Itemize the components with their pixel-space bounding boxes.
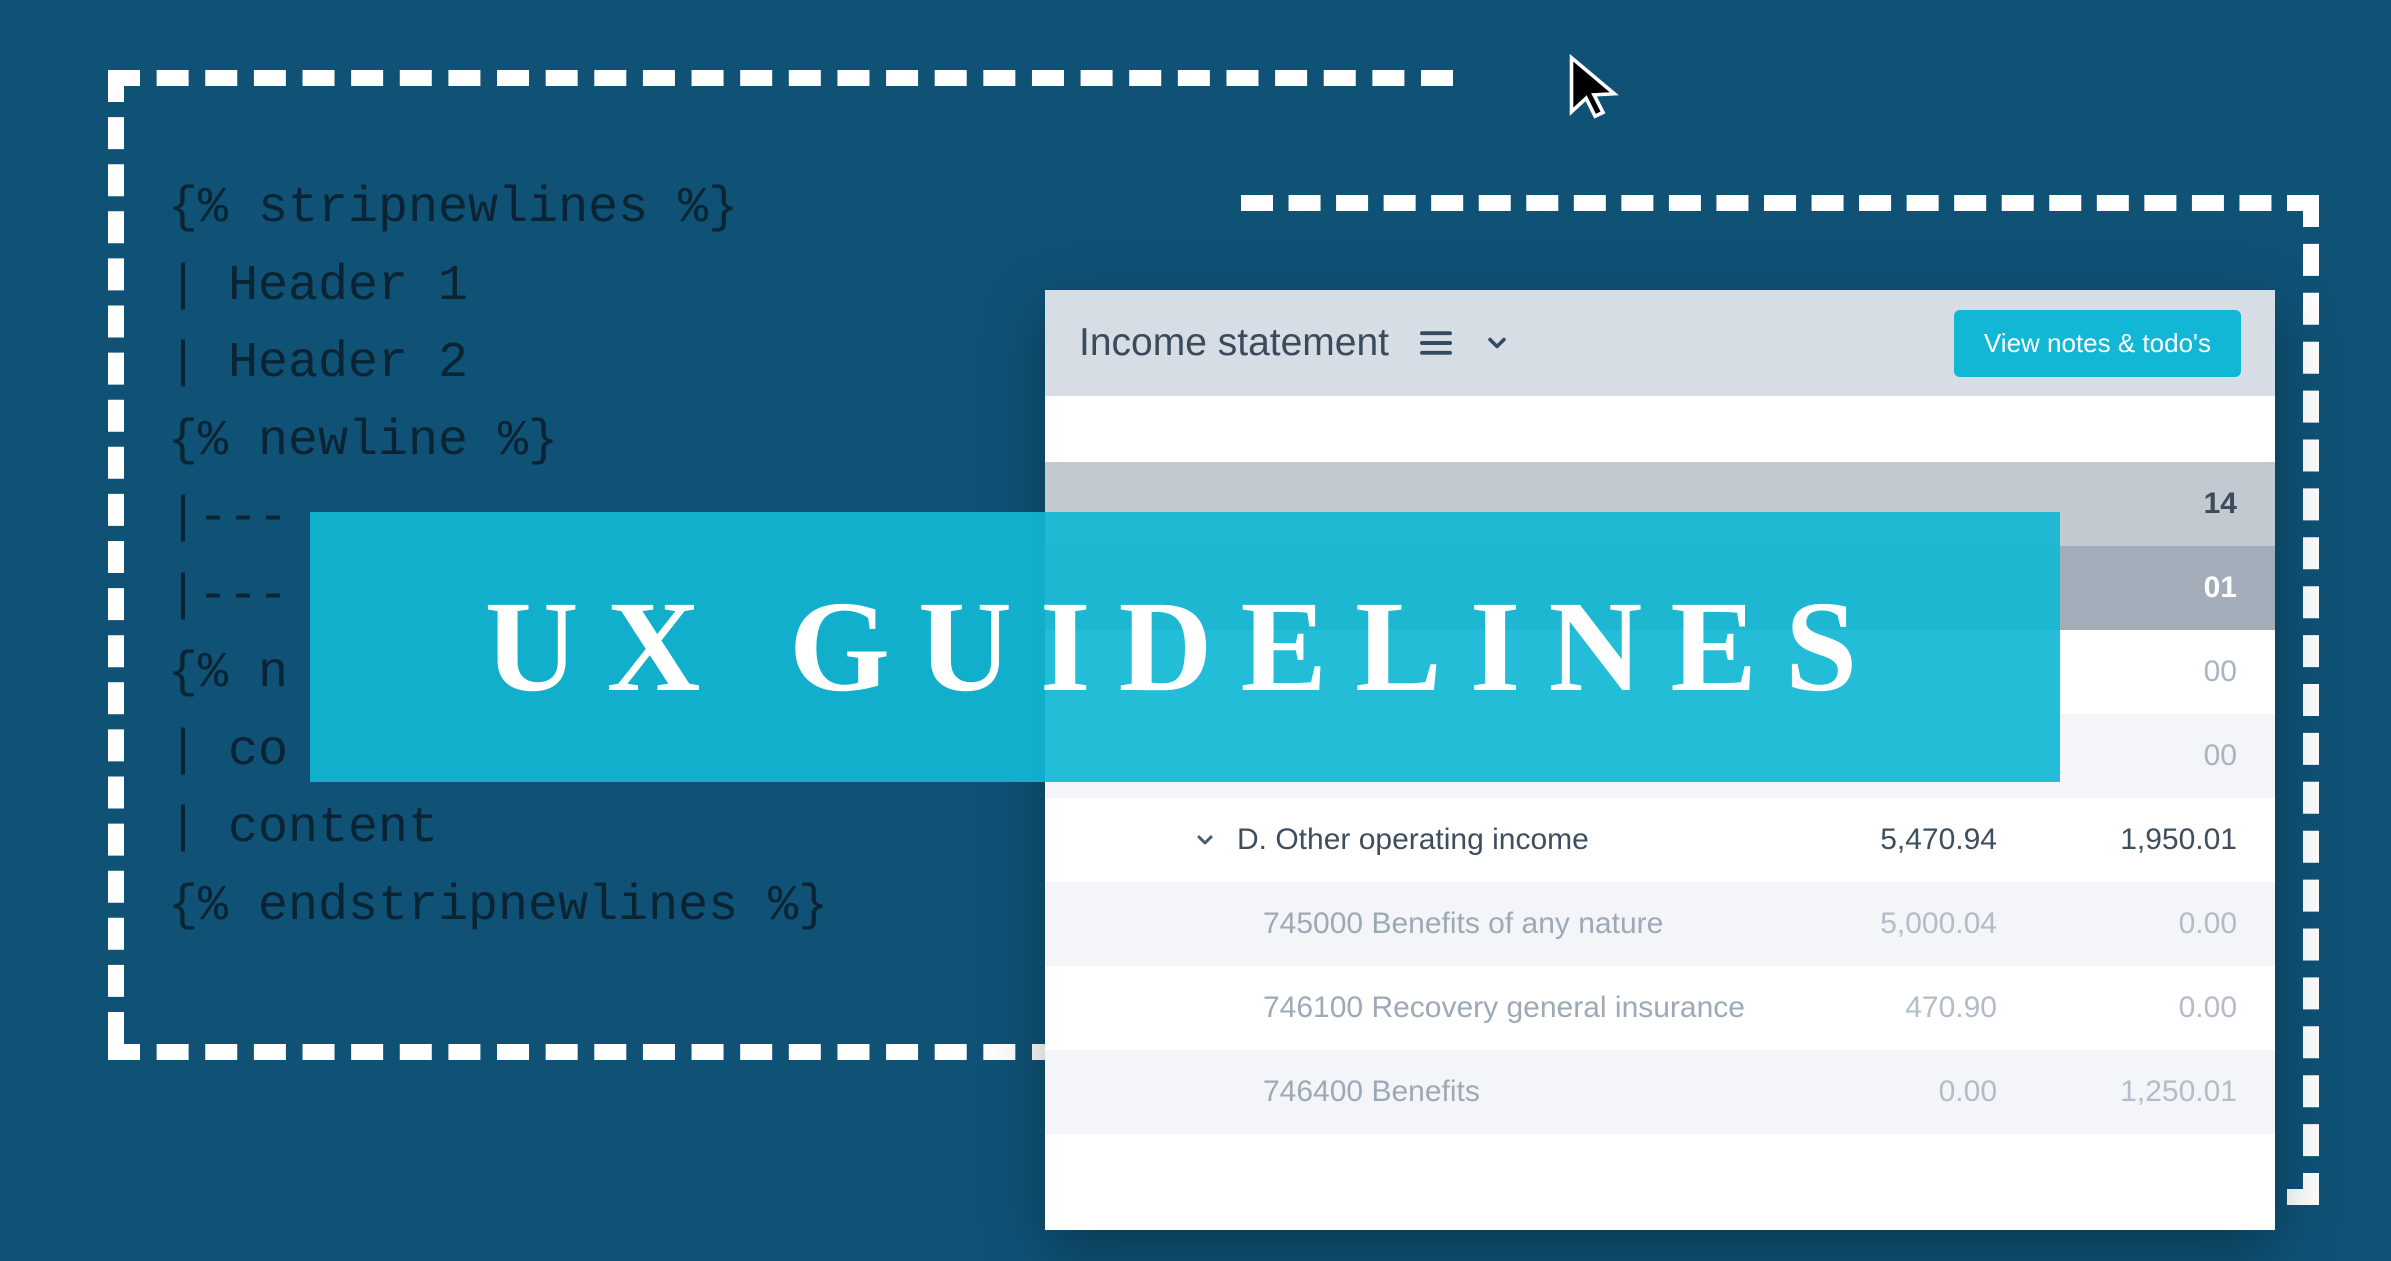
hamburger-menu-icon[interactable] <box>1419 329 1453 357</box>
row-label: 746400 Benefits <box>1263 1075 1787 1109</box>
row-value-1: 0.00 <box>1787 1075 1997 1109</box>
row-label: 746100 Recovery general insurance <box>1263 991 1787 1025</box>
panel-header: Income statement View notes & todo's <box>1045 290 2275 396</box>
table-row[interactable]: 745000 Benefits of any nature 5,000.04 0… <box>1045 882 2275 966</box>
row-value-2: 1,250.01 <box>1997 1075 2237 1109</box>
row-value-1: 470.90 <box>1787 991 1997 1025</box>
row-value-2: 0.00 <box>1997 907 2237 941</box>
banner-text: UX GUIDELINES <box>485 572 1886 722</box>
row-value-1: 5,470.94 <box>1787 823 1997 857</box>
chevron-down-icon[interactable] <box>1483 329 1511 357</box>
title-banner: UX GUIDELINES <box>310 512 2060 782</box>
row-label: D. Other operating income <box>1237 823 1787 857</box>
table-row[interactable]: 746100 Recovery general insurance 470.90… <box>1045 966 2275 1050</box>
table-row[interactable]: D. Other operating income 5,470.94 1,950… <box>1045 798 2275 882</box>
view-notes-button[interactable]: View notes & todo's <box>1954 310 2241 377</box>
table-row[interactable]: 746400 Benefits 0.00 1,250.01 <box>1045 1050 2275 1134</box>
row-value-2: 0.00 <box>1997 991 2237 1025</box>
panel-title: Income statement <box>1079 321 1389 365</box>
cursor-icon <box>1567 50 1621 124</box>
row-value-1: 5,000.04 <box>1787 907 1997 941</box>
chevron-down-icon[interactable] <box>1193 828 1217 852</box>
row-label: 745000 Benefits of any nature <box>1263 907 1787 941</box>
row-value-2: 1,950.01 <box>1997 823 2237 857</box>
